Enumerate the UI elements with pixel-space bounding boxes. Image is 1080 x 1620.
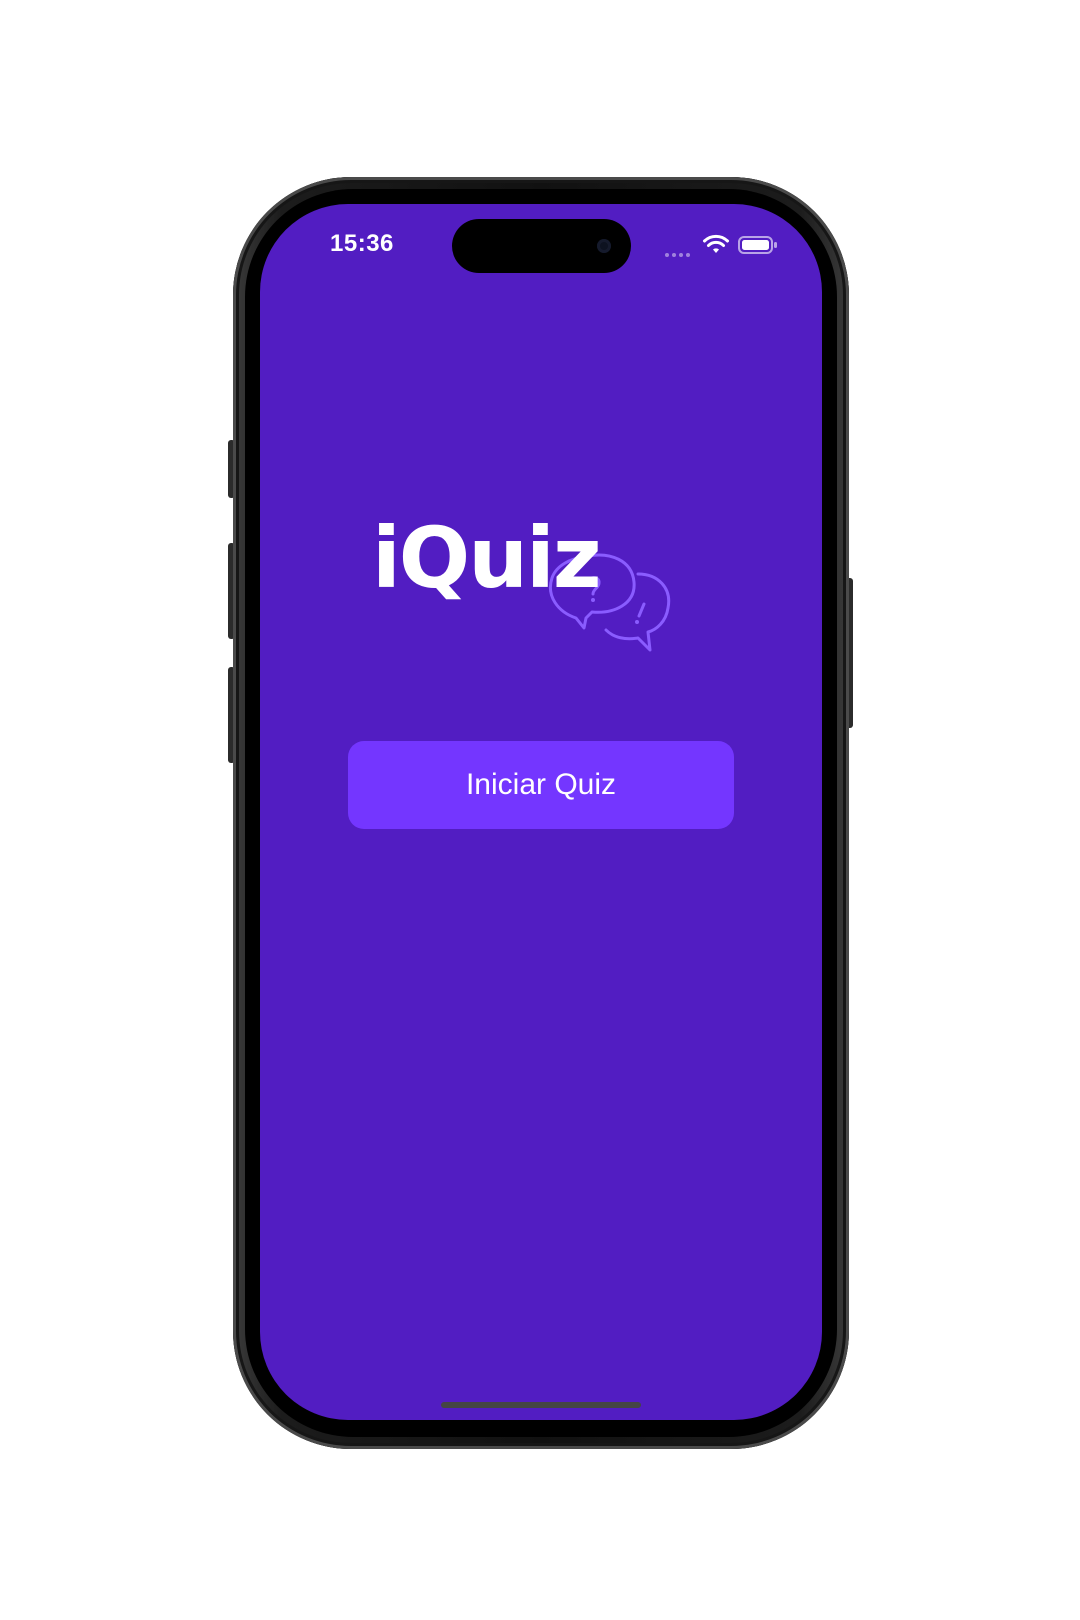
logo-text: iQuiz xyxy=(372,509,602,607)
start-quiz-button[interactable]: Iniciar Quiz xyxy=(348,741,734,829)
wifi-icon xyxy=(703,234,729,253)
app-screen: 15:36 iQuiz Iniciar Quiz xyxy=(260,204,822,1420)
cellular-signal-icon xyxy=(665,244,693,257)
home-indicator[interactable] xyxy=(441,1402,641,1408)
front-camera xyxy=(597,239,611,253)
dynamic-island xyxy=(452,219,631,273)
status-time: 15:36 xyxy=(330,230,394,257)
app-logo: iQuiz xyxy=(372,516,692,662)
battery-icon xyxy=(738,236,777,254)
